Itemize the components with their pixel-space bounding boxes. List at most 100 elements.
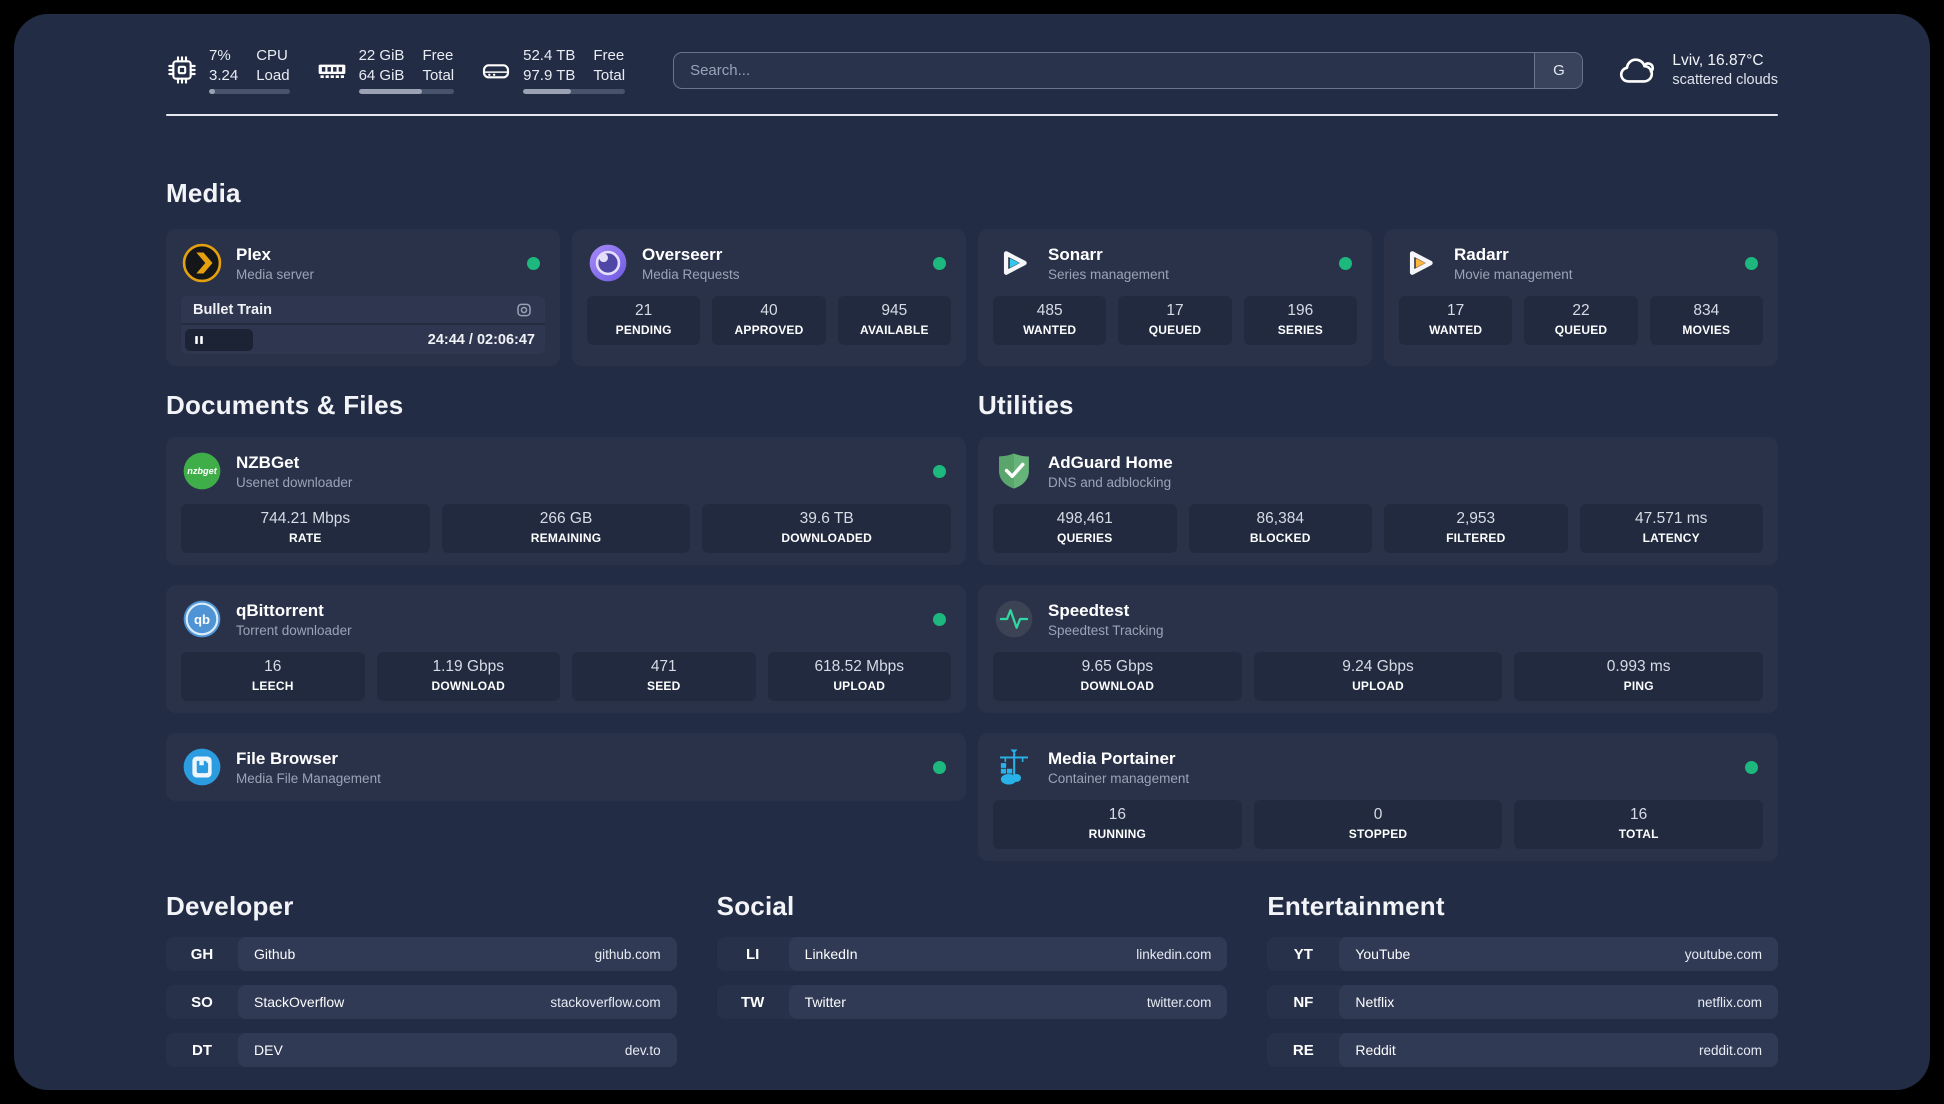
playback-progress-bar: 24:44 / 02:06:47 [181, 325, 545, 354]
status-badge [527, 256, 540, 270]
section-title-utilities: Utilities [978, 390, 1074, 420]
cpu-icon [166, 54, 198, 86]
cpu-label: CPU [256, 47, 288, 65]
status-badge [1745, 256, 1758, 270]
sonarr-icon [993, 242, 1035, 284]
status-badge [933, 464, 946, 478]
pause-button[interactable] [185, 328, 254, 351]
bookmark-abbr: LI [745, 945, 760, 963]
status-badge [933, 256, 946, 270]
weather-widget: Lviv, 16.87°C scattered clouds [1617, 49, 1778, 91]
qbittorrent-icon: qb [181, 598, 223, 640]
status-badge [933, 612, 946, 626]
status-badge [1745, 760, 1758, 774]
stat-tile: 17 QUEUED [1118, 296, 1232, 345]
bookmark-group-entertainment: Entertainment YT YouTube youtube.com NF … [1267, 891, 1778, 1067]
app-subtitle: Torrent downloader [236, 622, 352, 638]
app-card-adguard[interactable]: AdGuard Home DNS and adblocking 498,461 … [978, 437, 1778, 565]
stat-tile: 0 STOPPED [1253, 800, 1503, 849]
filebrowser-icon [181, 746, 223, 788]
bookmark-url: linkedin.com [1136, 946, 1212, 962]
stat-tile: 945 AVAILABLE [837, 296, 951, 345]
app-card-nzbget[interactable]: nzbget NZBGet Usenet downloader 744.21 M… [166, 437, 966, 565]
memory-free-label: Free [422, 47, 454, 65]
bookmark-name: StackOverflow [254, 994, 345, 1010]
app-name: File Browser [236, 748, 339, 768]
stat-tile: 16 RUNNING [993, 800, 1242, 849]
app-name: Radarr [1454, 244, 1509, 264]
section-title-developer: Developer [166, 891, 294, 921]
stat-tile: 0.993 ms PING [1514, 652, 1764, 701]
app-card-filebrowser[interactable]: File Browser Media File Management [166, 733, 966, 801]
bookmark-dev[interactable]: DT DEV dev.to [166, 1033, 677, 1067]
stat-tile: 618.52 Mbps UPLOAD [767, 652, 951, 701]
bookmark-linkedin[interactable]: LI LinkedIn linkedin.com [716, 937, 1228, 971]
section-title-entertainment: Entertainment [1267, 891, 1445, 921]
app-subtitle: Media Requests [642, 266, 740, 282]
media-grid: Plex Media server Bullet Train 24:44 / 0… [166, 229, 1778, 366]
app-card-radarr[interactable]: Radarr Movie management 17 WANTED 22 QUE… [1384, 229, 1778, 366]
bookmark-abbr: RE [1292, 1041, 1314, 1059]
app-subtitle: Series management [1048, 266, 1169, 282]
bookmark-github[interactable]: GH Github github.com [166, 937, 677, 971]
app-subtitle: Container management [1048, 770, 1190, 786]
bookmark-abbr: YT [1293, 945, 1313, 963]
stat-tile: 16 TOTAL [1514, 800, 1764, 849]
app-name: Plex [236, 244, 271, 264]
memory-total: 64 GiB [358, 66, 405, 84]
app-subtitle: Movie management [1454, 266, 1573, 282]
app-card-plex[interactable]: Plex Media server Bullet Train 24:44 / 0… [166, 229, 560, 366]
app-card-qbittorrent[interactable]: qb qBittorrent Torrent downloader 16 LEE… [166, 585, 966, 713]
stat-tile: 1.19 Gbps DOWNLOAD [376, 652, 560, 701]
bookmark-youtube[interactable]: YT YouTube youtube.com [1267, 937, 1778, 971]
bookmark-twitter[interactable]: TW Twitter twitter.com [716, 985, 1228, 1019]
bookmark-abbr: SO [191, 993, 213, 1011]
search-engine-button[interactable]: G [1534, 52, 1583, 88]
stat-tile: 485 WANTED [993, 296, 1107, 345]
radarr-icon [1399, 242, 1441, 284]
svg-text:nzbget: nzbget [187, 466, 217, 476]
section-title-social: Social [716, 891, 795, 921]
bookmark-url: reddit.com [1698, 1042, 1762, 1058]
bookmark-netflix[interactable]: NF Netflix netflix.com [1267, 985, 1778, 1019]
app-name: qBittorrent [236, 600, 324, 620]
bookmark-abbr: TW [740, 993, 765, 1011]
app-card-overseerr[interactable]: Overseerr Media Requests 21 PENDING 40 A… [572, 229, 966, 366]
bookmark-url: stackoverflow.com [550, 994, 661, 1010]
app-card-sonarr[interactable]: Sonarr Series management 485 WANTED 17 Q… [978, 229, 1372, 366]
bookmark-url: netflix.com [1697, 994, 1762, 1010]
bookmark-url: twitter.com [1146, 994, 1212, 1010]
app-card-speedtest[interactable]: Speedtest Speedtest Tracking 9.65 Gbps D… [978, 585, 1778, 713]
bookmark-name: Github [254, 946, 296, 962]
bookmark-reddit[interactable]: RE Reddit reddit.com [1267, 1033, 1778, 1067]
stat-tile: 86,384 BLOCKED [1188, 504, 1372, 553]
weather-location: Lviv, 16.87°C [1672, 51, 1764, 69]
storage-free-label: Free [593, 47, 625, 65]
bookmark-url: github.com [594, 946, 661, 962]
app-subtitle: Usenet downloader [236, 474, 353, 490]
app-name: Speedtest [1048, 600, 1130, 620]
speedtest-icon [993, 598, 1035, 640]
bookmark-stackoverflow[interactable]: SO StackOverflow stackoverflow.com [166, 985, 677, 1019]
bookmark-url: youtube.com [1684, 946, 1762, 962]
status-badge [1339, 256, 1352, 270]
cloud-icon [1617, 49, 1659, 91]
app-card-portainer[interactable]: Media Portainer Container management 16 … [978, 733, 1778, 861]
stat-tile: 9.24 Gbps UPLOAD [1253, 652, 1503, 701]
header-divider [166, 114, 1778, 116]
app-name: Overseerr [642, 244, 723, 264]
search-input[interactable] [674, 61, 1535, 79]
playback-time: 24:44 / 02:06:47 [427, 331, 535, 348]
plex-icon [181, 242, 223, 284]
app-subtitle: Media server [236, 266, 315, 282]
app-name: Media Portainer [1048, 748, 1176, 768]
bookmark-name: DEV [254, 1042, 283, 1058]
memory-total-label: Total [422, 66, 455, 84]
utilities-column: Utilities AdGuard Home DNS and adblockin… [978, 390, 1778, 861]
section-title-media: Media [166, 178, 241, 208]
pause-icon [195, 335, 203, 344]
storage-total-label: Total [593, 66, 626, 84]
nzbget-icon: nzbget [181, 450, 223, 492]
bookmark-abbr: DT [192, 1041, 212, 1059]
overseerr-icon [587, 242, 629, 284]
